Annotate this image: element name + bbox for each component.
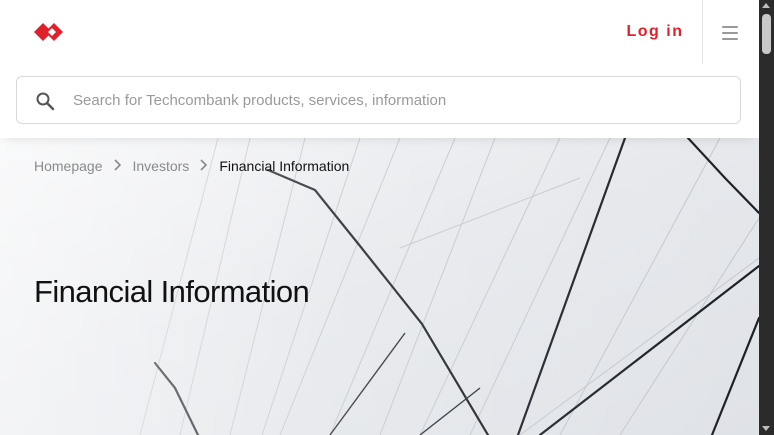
search-icon[interactable] xyxy=(35,91,55,111)
scroll-up-arrow-icon[interactable] xyxy=(762,3,770,8)
page-title: Financial Information xyxy=(34,274,310,309)
chevron-right-icon xyxy=(103,158,133,174)
scrollbar-thumb[interactable] xyxy=(762,14,771,54)
breadcrumb: Homepage Investors Financial Information xyxy=(34,157,349,175)
vertical-scrollbar[interactable] xyxy=(759,0,774,435)
page: Log in Search for Techcombank products, … xyxy=(0,0,759,435)
techcombank-logo-icon[interactable] xyxy=(34,18,70,46)
hero-banner: Homepage Investors Financial Information… xyxy=(0,138,759,435)
search-bar[interactable] xyxy=(16,76,741,124)
hamburger-menu-icon[interactable] xyxy=(718,20,744,44)
header-divider xyxy=(702,0,703,64)
breadcrumb-item-investors[interactable]: Investors xyxy=(133,158,190,174)
login-button[interactable]: Log in xyxy=(610,18,700,46)
breadcrumb-item-homepage[interactable]: Homepage xyxy=(34,158,103,174)
site-header: Log in xyxy=(0,0,759,138)
breadcrumb-item-current: Financial Information xyxy=(219,158,350,174)
chevron-right-icon xyxy=(189,158,219,174)
search-input[interactable] xyxy=(73,77,723,123)
scroll-down-arrow-icon[interactable] xyxy=(762,426,770,431)
